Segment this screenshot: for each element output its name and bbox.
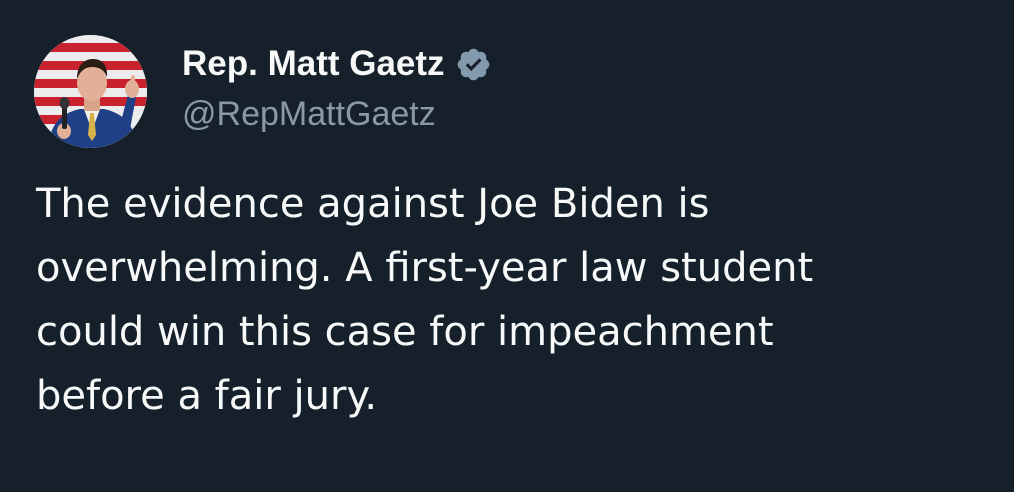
avatar[interactable] xyxy=(34,35,147,148)
tweet-text: The evidence against Joe Biden is overwh… xyxy=(36,172,996,428)
verified-badge-icon[interactable] xyxy=(455,46,492,83)
avatar-photo xyxy=(34,35,147,148)
tweet-text-line: could win this case for impeachment xyxy=(36,309,774,355)
author-name-row: Rep. Matt Gaetz xyxy=(182,42,492,86)
tweet-text-line: The evidence against Joe Biden is xyxy=(36,181,710,227)
tweet-text-line: overwhelming. A first-year law student xyxy=(36,245,814,291)
tweet-text-line: before a fair jury. xyxy=(36,373,378,419)
author-handle[interactable]: @RepMattGaetz xyxy=(182,92,436,136)
tweet-card: Rep. Matt Gaetz @RepMattGaetz The eviden… xyxy=(0,0,1014,492)
author-display-name[interactable]: Rep. Matt Gaetz xyxy=(182,42,445,86)
